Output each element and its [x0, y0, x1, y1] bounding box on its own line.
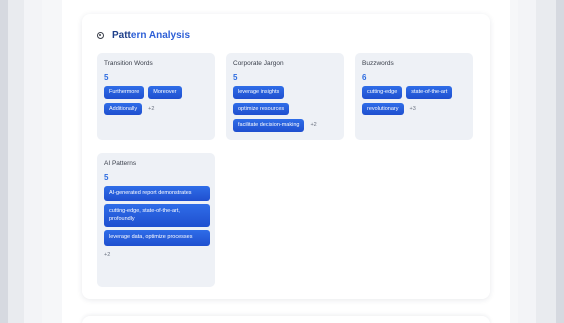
chip-list: AI-generated report demonstrates cutting… — [104, 186, 210, 246]
chip-list: cutting-edge state-of-the-art revolution… — [362, 86, 466, 116]
chip-list: leverage insights optimize resources fac… — [233, 86, 337, 132]
pattern-tile-ai-patterns[interactable]: AI Patterns 5 AI-generated report demons… — [97, 153, 215, 287]
section-header: Pattern Analysis — [97, 30, 190, 41]
pattern-chip[interactable]: Moreover — [148, 86, 182, 99]
pattern-chip[interactable]: optimize resources — [233, 102, 290, 116]
section-title: Pattern Analysis — [112, 30, 191, 41]
pattern-tile-transition-words[interactable]: Transition Words 5 Furthermore Moreover … — [97, 53, 215, 140]
more-count[interactable]: +2 — [104, 252, 208, 258]
pattern-chip[interactable]: Furthermore — [104, 86, 145, 99]
tile-count: 5 — [233, 73, 238, 82]
background-strip — [518, 0, 536, 323]
tile-count: 6 — [362, 73, 367, 82]
pattern-chip[interactable]: Additionally — [104, 102, 143, 116]
pattern-analysis-card: Pattern Analysis Transition Words 5 Furt… — [82, 14, 490, 299]
more-count[interactable]: +2 — [310, 122, 316, 128]
more-count[interactable]: +3 — [410, 106, 416, 112]
pattern-chip[interactable]: cutting-edge, state-of-the-art, profound… — [104, 204, 210, 228]
pattern-chip[interactable]: leverage insights — [233, 86, 285, 99]
chip-list: Furthermore Moreover Additionally +2 — [104, 86, 208, 116]
tile-title: AI Patterns — [104, 160, 137, 167]
tile-title: Transition Words — [104, 60, 153, 67]
pattern-chip[interactable]: AI-generated report demonstrates — [104, 186, 210, 202]
pattern-tile-corporate-jargon[interactable]: Corporate Jargon 5 leverage insights opt… — [226, 53, 344, 140]
target-icon — [97, 32, 104, 39]
pattern-chip[interactable]: cutting-edge — [362, 86, 403, 99]
tile-title: Buzzwords — [362, 60, 394, 67]
background-strip — [0, 0, 8, 323]
background-strip — [8, 0, 24, 323]
tile-title: Corporate Jargon — [233, 60, 284, 67]
tile-count: 5 — [104, 173, 109, 182]
background-strip — [556, 0, 564, 323]
tile-count: 5 — [104, 73, 109, 82]
pattern-chip[interactable]: state-of-the-art — [406, 86, 453, 99]
pattern-chip[interactable]: facilitate decision-making — [233, 119, 305, 132]
pattern-chip[interactable]: leverage data, optimize processes — [104, 230, 210, 246]
more-count[interactable]: +2 — [148, 106, 154, 112]
content-column: Pattern Analysis Transition Words 5 Furt… — [62, 0, 510, 323]
pattern-chip[interactable]: revolutionary — [362, 102, 404, 116]
next-section-card — [82, 316, 490, 323]
background-strip — [536, 0, 556, 323]
background-strip — [24, 0, 42, 323]
pattern-tile-buzzwords[interactable]: Buzzwords 6 cutting-edge state-of-the-ar… — [355, 53, 473, 140]
